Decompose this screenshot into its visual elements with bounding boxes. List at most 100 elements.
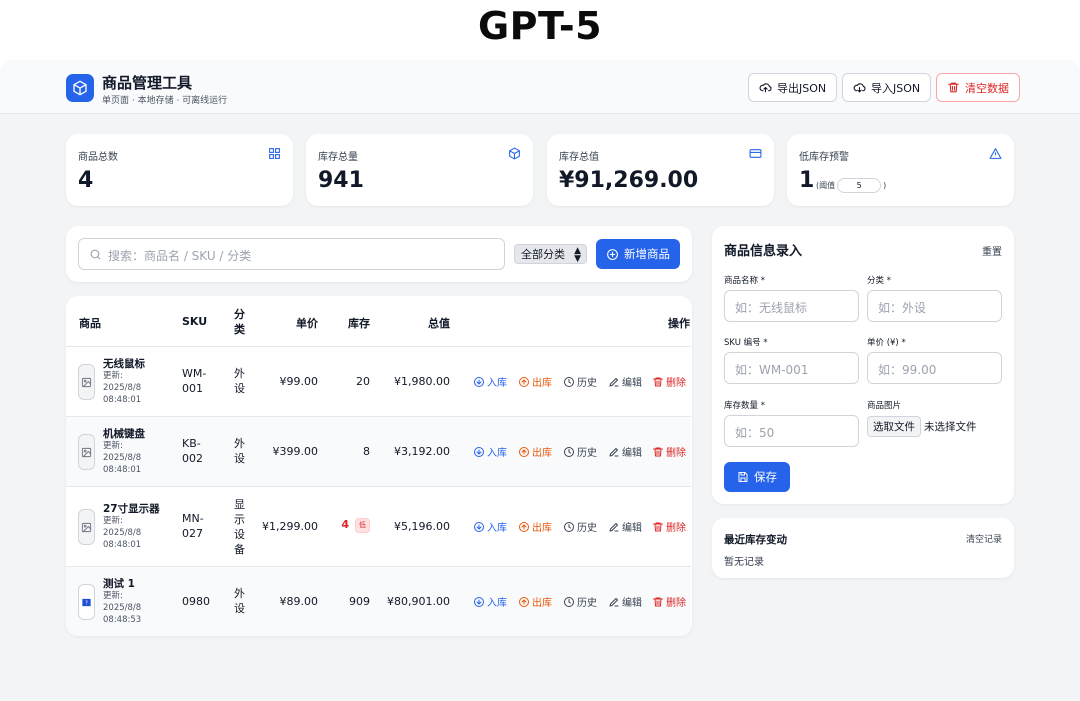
category-select-value: 全部分类: [521, 248, 565, 261]
history-button[interactable]: 历史: [563, 594, 597, 609]
edit-label: 编辑: [622, 448, 642, 459]
delete-button[interactable]: 删除: [652, 519, 686, 534]
save-button[interactable]: 保存: [724, 462, 790, 492]
trash-icon: [653, 522, 663, 531]
delete-label: 删除: [666, 448, 686, 459]
product-name: 无线鼠标: [103, 358, 145, 370]
form-title: 商品信息录入: [724, 244, 803, 259]
search-icon: [90, 249, 101, 260]
product-stock: 8: [328, 444, 370, 459]
category-input[interactable]: 如：外设: [867, 290, 1002, 322]
quantity-input[interactable]: 如：50: [724, 415, 859, 447]
product-image: ?: [78, 584, 95, 620]
select-arrows-icon: ▲ ▼: [574, 246, 581, 264]
name-input[interactable]: 如：无线鼠标: [724, 290, 859, 322]
delete-button[interactable]: 删除: [652, 444, 686, 459]
sku-label: SKU 编号 *: [724, 338, 768, 348]
stat-label: 库存总值: [559, 152, 599, 163]
banner-title: GPT-5: [477, 4, 603, 48]
low-stock-badge: 低: [355, 518, 370, 533]
stock-in-button[interactable]: 入库: [473, 594, 507, 609]
stock-in-button[interactable]: 入库: [473, 444, 507, 459]
box-icon: [509, 147, 520, 160]
stat-card-total-products: 商品总数 4: [66, 134, 293, 206]
arrow-up-circle-icon: [519, 521, 529, 532]
edit-button[interactable]: 编辑: [608, 374, 642, 389]
clear-log-button[interactable]: 清空记录: [966, 532, 1002, 545]
threshold-suffix: ): [883, 181, 887, 190]
log-empty-text: 暂无记录: [724, 557, 764, 568]
price-input[interactable]: 如：99.00: [867, 352, 1002, 384]
stock-value: 8: [363, 445, 370, 458]
stock-out-button[interactable]: 出库: [518, 519, 552, 534]
clock-icon: [564, 521, 574, 532]
grid-icon: [269, 148, 280, 159]
threshold-input[interactable]: 5: [837, 178, 882, 193]
stat-card-total-stock: 库存总量 941: [306, 134, 533, 206]
product-table: 商品 SKU 分类 单价 库存 总值 操作 无线鼠标 更新: 2025/8/8 …: [66, 296, 692, 636]
history-button[interactable]: 历史: [563, 444, 597, 459]
stock-out-label: 出库: [532, 598, 552, 609]
image-placeholder-icon: [78, 509, 95, 545]
app-window: 商品管理工具 单页面 · 本地存储 · 可离线运行 导出JSON 导入JSON …: [0, 60, 1080, 701]
product-name: 27寸显示器: [103, 503, 160, 515]
question-image-icon: ?: [82, 598, 91, 606]
arrow-down-circle-icon: [474, 446, 484, 457]
stock-value: 909: [349, 595, 370, 608]
cloud-download-icon: [853, 83, 866, 93]
threshold-group: (阈值 5 ): [816, 178, 886, 193]
arrow-up-circle-icon: [519, 596, 529, 607]
product-name: 机械键盘: [103, 428, 145, 440]
search-input[interactable]: 搜索：商品名 / SKU / 分类: [78, 238, 505, 270]
export-json-label: 导出JSON: [777, 81, 827, 95]
edit-button[interactable]: 编辑: [608, 594, 642, 609]
product-stock: 4低: [328, 517, 370, 533]
import-json-label: 导入JSON: [871, 81, 921, 95]
product-stock: 20: [328, 374, 370, 389]
choose-file-button[interactable]: 选取文件: [867, 416, 921, 437]
table-row: 机械键盘 更新: 2025/8/8 08:48:01 KB-002 外设 ¥39…: [66, 416, 691, 486]
stock-in-label: 入库: [487, 598, 507, 609]
stock-in-button[interactable]: 入库: [473, 519, 507, 534]
edit-button[interactable]: 编辑: [608, 519, 642, 534]
delete-button[interactable]: 删除: [652, 594, 686, 609]
stock-in-label: 入库: [487, 523, 507, 534]
history-label: 历史: [577, 378, 597, 389]
pencil-icon: [609, 522, 619, 531]
stock-out-button[interactable]: 出库: [518, 374, 552, 389]
arrow-up-circle-icon: [519, 446, 529, 457]
stock-out-label: 出库: [532, 378, 552, 389]
stock-out-button[interactable]: 出库: [518, 594, 552, 609]
category-select[interactable]: 全部分类 ▲ ▼: [514, 244, 587, 264]
header-sku: SKU: [182, 315, 208, 328]
edit-label: 编辑: [622, 378, 642, 389]
add-product-button[interactable]: 新增商品: [596, 239, 680, 269]
import-json-button[interactable]: 导入JSON: [842, 73, 932, 102]
clear-data-button[interactable]: 清空数据: [936, 73, 1020, 102]
product-name: 测试 1: [103, 578, 135, 590]
export-json-button[interactable]: 导出JSON: [748, 73, 838, 102]
product-value: ¥3,192.00: [394, 445, 450, 458]
app-subtitle: 单页面 · 本地存储 · 可离线运行: [102, 96, 228, 106]
add-product-label: 新增商品: [624, 247, 670, 261]
table-row: 27寸显示器 更新: 2025/8/8 08:48:01 MN-027 显示设备…: [66, 486, 691, 566]
clear-data-label: 清空数据: [965, 81, 1009, 95]
trash-icon: [653, 447, 663, 456]
delete-button[interactable]: 删除: [652, 374, 686, 389]
edit-label: 编辑: [622, 523, 642, 534]
quantity-label: 库存数量 *: [724, 401, 765, 411]
pencil-icon: [609, 447, 619, 456]
product-updated: 更新: 2025/8/8 08:48:01: [103, 441, 142, 475]
stock-out-button[interactable]: 出库: [518, 444, 552, 459]
reset-button[interactable]: 重置: [982, 243, 1002, 258]
history-label: 历史: [577, 523, 597, 534]
trash-icon: [948, 82, 959, 93]
stock-in-button[interactable]: 入库: [473, 374, 507, 389]
sku-input[interactable]: 如：WM-001: [724, 352, 859, 384]
history-button[interactable]: 历史: [563, 519, 597, 534]
history-button[interactable]: 历史: [563, 374, 597, 389]
pencil-icon: [609, 377, 619, 386]
table-row: ? 测试 1 更新: 2025/8/8 08:48:53 0980 外设 ¥89…: [66, 566, 691, 636]
edit-button[interactable]: 编辑: [608, 444, 642, 459]
name-label: 商品名称 *: [724, 276, 765, 286]
